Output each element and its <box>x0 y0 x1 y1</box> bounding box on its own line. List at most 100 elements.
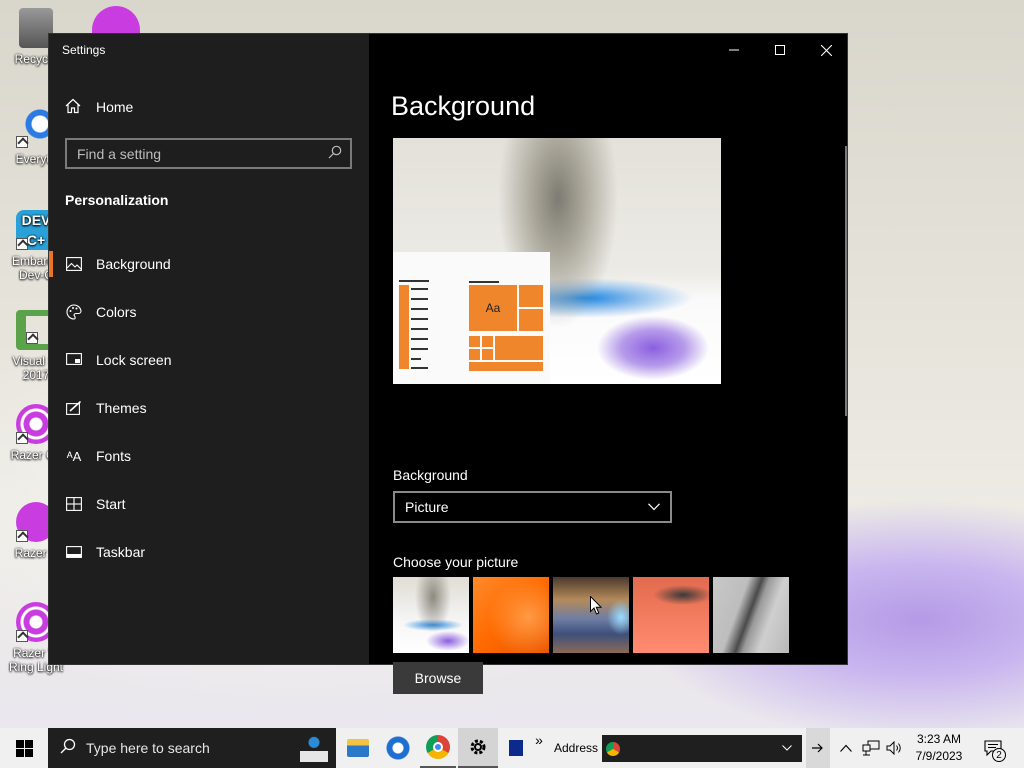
search-icon[interactable] <box>328 145 342 162</box>
nav-item-background[interactable]: Background <box>49 240 369 288</box>
fonts-icon: ᴬA <box>66 448 82 464</box>
search-icon <box>60 738 76 759</box>
taskbar-icon <box>65 543 83 561</box>
show-hidden-icons-button[interactable] <box>836 728 856 768</box>
page-title: Background <box>391 91 536 121</box>
shortcut-arrow-icon <box>16 630 28 642</box>
dropdown-value: Picture <box>405 499 449 515</box>
nav-item-label: Taskbar <box>96 544 146 560</box>
action-center-button[interactable]: 2 <box>978 728 1008 768</box>
volume-tray-button[interactable] <box>884 728 906 768</box>
settings-content: Background Aa Background Picture Choose … <box>369 66 847 694</box>
picture-thumbnail-1[interactable] <box>393 577 469 653</box>
nav-item-label: Themes <box>96 400 147 416</box>
settings-search-box[interactable] <box>65 138 352 169</box>
background-label: Background <box>393 467 468 483</box>
settings-window: Home Personalization Background Colors <box>48 33 848 694</box>
start-button[interactable] <box>0 728 48 768</box>
taskbar-search-placeholder: Type here to search <box>86 740 210 756</box>
mouse-cursor-icon <box>590 596 602 615</box>
address-input[interactable] <box>620 741 782 756</box>
chrome-icon <box>606 741 620 756</box>
nav-item-label: Lock screen <box>96 352 172 368</box>
chevron-down-icon[interactable] <box>782 743 802 754</box>
nav-section-title: Personalization <box>65 192 169 208</box>
taskbar-browser-1[interactable] <box>382 728 414 768</box>
nav-item-lock-screen[interactable]: Lock screen <box>49 336 369 384</box>
windows-logo-icon <box>15 739 33 757</box>
taskbar-clock[interactable]: 3:23 AM 7/9/2023 <box>908 731 970 765</box>
maximize-icon <box>775 45 785 55</box>
nav-item-label: Background <box>96 256 171 272</box>
address-bar[interactable] <box>602 735 802 762</box>
folder-icon <box>347 739 369 757</box>
clock-time: 3:23 AM <box>916 732 962 746</box>
preview-sample-text: Aa <box>469 285 517 331</box>
network-tray-button[interactable] <box>860 728 882 768</box>
speaker-icon <box>886 741 901 755</box>
clock-date: 7/9/2023 <box>915 749 963 763</box>
app-icon <box>509 740 523 756</box>
maximize-button[interactable] <box>757 34 803 66</box>
taskbar-file-explorer[interactable] <box>342 728 374 768</box>
settings-search-input[interactable] <box>77 145 328 162</box>
picture-thumbnail-4[interactable] <box>633 577 709 653</box>
address-go-button[interactable] <box>806 728 830 768</box>
picture-thumbnails <box>393 577 789 653</box>
picture-thumbnail-2[interactable] <box>473 577 549 653</box>
settings-nav-pane: Home Personalization Background Colors <box>49 34 369 664</box>
taskbar-search-box[interactable]: Type here to search <box>48 728 336 768</box>
nav-list: Background Colors Lock screen Themes ᴬA … <box>49 240 369 576</box>
taskbar-settings[interactable] <box>458 728 498 768</box>
address-toolbar-label: Address <box>553 741 599 755</box>
window-title: Settings <box>62 43 106 57</box>
close-icon <box>820 44 832 56</box>
shortcut-arrow-icon <box>16 530 28 542</box>
minimize-icon <box>729 49 739 51</box>
nav-item-colors[interactable]: Colors <box>49 288 369 336</box>
nav-item-fonts[interactable]: ᴬA Fonts <box>49 432 369 480</box>
chrome-icon <box>426 735 450 759</box>
chevron-down-icon <box>648 500 660 514</box>
nav-item-themes[interactable]: Themes <box>49 384 369 432</box>
nav-home[interactable]: Home <box>65 96 133 118</box>
search-highlight-icon <box>300 734 328 762</box>
browse-button[interactable]: Browse <box>393 662 483 694</box>
background-preview: Aa <box>393 138 721 384</box>
picture-thumbnail-3[interactable] <box>553 577 629 653</box>
nav-home-label: Home <box>96 99 134 115</box>
shortcut-arrow-icon <box>16 432 28 444</box>
nav-item-start[interactable]: Start <box>49 480 369 528</box>
taskbar-chrome[interactable] <box>420 728 456 768</box>
nav-item-label: Start <box>96 496 126 512</box>
chevron-up-icon <box>840 744 852 752</box>
shortcut-arrow-icon <box>16 238 28 250</box>
nav-item-taskbar[interactable]: Taskbar <box>49 528 369 576</box>
close-button[interactable] <box>803 34 849 66</box>
picture-icon <box>65 255 83 273</box>
notification-count-badge: 2 <box>992 748 1006 762</box>
toolbar-overflow-chevron[interactable]: » <box>532 720 546 760</box>
picture-thumbnail-5[interactable] <box>713 577 789 653</box>
palette-icon <box>65 303 83 321</box>
title-bar[interactable]: Settings <box>49 34 847 66</box>
arrow-right-icon <box>812 743 823 753</box>
lock-screen-icon <box>65 351 83 369</box>
nav-item-label: Fonts <box>96 448 132 464</box>
themes-icon <box>65 399 83 417</box>
minimize-button[interactable] <box>711 34 757 66</box>
nav-item-label: Colors <box>96 304 137 320</box>
shortcut-arrow-icon <box>16 136 28 148</box>
home-icon <box>65 98 83 117</box>
browser-icon <box>386 736 410 760</box>
start-icon <box>65 495 83 513</box>
network-icon <box>862 740 880 756</box>
taskbar: Type here to search » Address 3:23 AM 7/… <box>0 728 1024 768</box>
razer-app-icon[interactable] <box>92 6 140 36</box>
content-scrollbar[interactable] <box>845 146 847 416</box>
choose-picture-label: Choose your picture <box>393 554 519 570</box>
taskbar-app-blue[interactable] <box>504 728 528 768</box>
background-type-dropdown[interactable]: Picture <box>393 491 672 523</box>
shortcut-arrow-icon <box>26 332 38 344</box>
preview-start-menu: Aa <box>393 252 550 384</box>
